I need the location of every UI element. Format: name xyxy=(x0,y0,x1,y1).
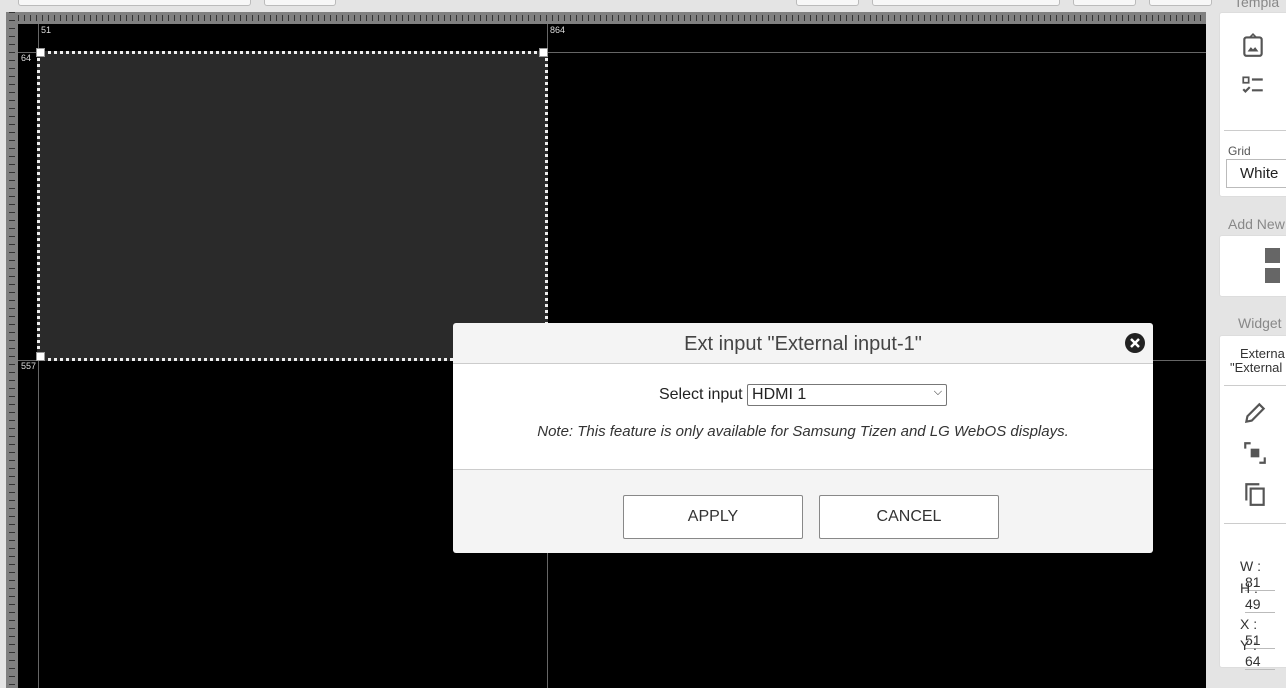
resize-handle[interactable] xyxy=(36,48,45,57)
close-icon[interactable] xyxy=(1125,333,1145,353)
widget-heading: Widget xyxy=(1238,315,1282,331)
x-end-label: 864 xyxy=(550,25,566,35)
vertical-ruler xyxy=(6,12,18,688)
dialog-title: Ext input "External input-1" xyxy=(453,323,1153,364)
divider xyxy=(1224,523,1286,524)
height-input[interactable]: 49 xyxy=(1245,596,1275,613)
arrange-icon[interactable] xyxy=(1242,440,1268,466)
resize-handle[interactable] xyxy=(539,48,548,57)
external-input-widget[interactable] xyxy=(37,51,548,361)
widget-type-icon[interactable] xyxy=(1265,268,1280,283)
divider xyxy=(1224,385,1286,386)
y-end-label: 557 xyxy=(21,361,37,371)
compatibility-note: Note: This feature is only available for… xyxy=(537,423,1069,440)
y-label: Y : xyxy=(1240,637,1257,653)
checklist-icon[interactable] xyxy=(1240,73,1266,99)
select-input-label: Select input xyxy=(658,386,743,404)
y-row: Y :64 xyxy=(1240,637,1286,670)
top-button-group[interactable] xyxy=(872,0,1060,6)
width-label: W : xyxy=(1240,558,1261,574)
edit-pencil-icon[interactable] xyxy=(1242,400,1268,426)
external-input-dialog: Ext input "External input-1" Select inpu… xyxy=(453,323,1153,553)
resize-handle[interactable] xyxy=(36,352,45,361)
top-button[interactable] xyxy=(1149,0,1212,6)
height-row: H :49 xyxy=(1240,580,1286,613)
input-select[interactable]: HDMI 1 ⌵ xyxy=(747,384,948,406)
x-start-label: 51 xyxy=(41,25,52,35)
widget-type-icon[interactable] xyxy=(1265,248,1280,263)
templates-heading: Templa xyxy=(1234,0,1280,10)
top-button[interactable] xyxy=(264,0,336,6)
input-select-value: HDMI 1 xyxy=(752,386,807,403)
grid-color-select[interactable]: White xyxy=(1226,159,1286,188)
horizontal-ruler xyxy=(18,12,1206,24)
image-template-icon[interactable] xyxy=(1240,32,1266,58)
y-start-label: 64 xyxy=(21,53,32,63)
top-input[interactable] xyxy=(18,0,251,6)
grid-label: Grid xyxy=(1228,144,1251,158)
chevron-down-icon: ⌵ xyxy=(933,386,943,398)
add-new-heading: Add New xyxy=(1228,216,1285,232)
y-input[interactable]: 64 xyxy=(1245,653,1275,670)
cancel-button[interactable]: CANCEL xyxy=(819,495,999,539)
add-new-card xyxy=(1219,235,1286,297)
apply-button[interactable]: APPLY xyxy=(623,495,803,539)
divider xyxy=(1224,130,1286,131)
height-label: H : xyxy=(1240,580,1258,596)
top-button[interactable] xyxy=(1073,0,1136,6)
copy-icon[interactable] xyxy=(1242,481,1268,507)
widget-name-line2: "External xyxy=(1230,360,1283,375)
x-label: X : xyxy=(1240,616,1258,632)
dialog-body: Select input HDMI 1 ⌵ Note: This feature … xyxy=(453,364,1153,470)
top-button[interactable] xyxy=(796,0,859,6)
widget-name: Externa xyxy=(1240,346,1285,361)
